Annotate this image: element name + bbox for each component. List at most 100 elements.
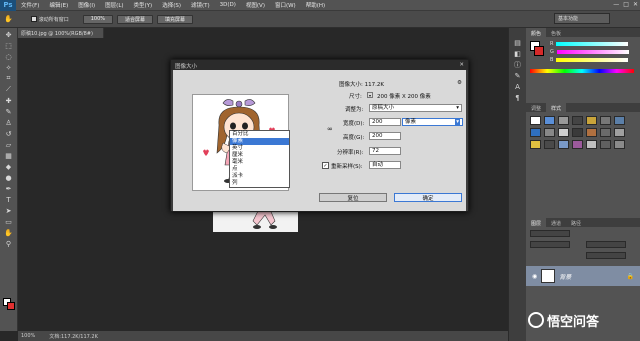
menu-type[interactable]: 类型(Y) (129, 1, 158, 9)
type-tool-icon[interactable]: T (3, 195, 15, 204)
tab-layers[interactable]: 图层 (526, 218, 547, 227)
style-swatch[interactable] (572, 116, 583, 125)
shape-tool-icon[interactable]: ▭ (3, 217, 15, 226)
menu-edit[interactable]: 编辑(E) (44, 1, 73, 9)
fit-to-select[interactable]: 原稿大小 ▾ (369, 104, 462, 112)
style-swatch[interactable] (572, 140, 583, 149)
red-slider[interactable]: R (546, 40, 629, 48)
style-swatch[interactable] (530, 116, 541, 125)
ok-button[interactable]: 确定 (394, 193, 462, 202)
menu-3d[interactable]: 3D(D) (215, 2, 241, 8)
workspace-select[interactable]: 基本功能 (554, 13, 610, 24)
color-spectrum[interactable] (530, 69, 634, 73)
brush-panel-icon[interactable]: ✎ (512, 71, 524, 80)
style-swatch[interactable] (600, 140, 611, 149)
dimensions-dropdown-icon[interactable]: ▾ (367, 92, 373, 98)
height-input[interactable]: 200 (369, 132, 401, 140)
chain-link-icon[interactable]: ∞ (327, 125, 333, 133)
style-swatch[interactable] (614, 140, 625, 149)
style-swatch[interactable] (600, 128, 611, 137)
width-unit-select[interactable]: 像素 ▾ (402, 118, 463, 126)
blue-slider[interactable]: B (546, 56, 629, 64)
minimize-button[interactable]: — (613, 1, 619, 8)
info-panel-icon[interactable]: ⓘ (512, 60, 524, 69)
document-tab[interactable]: 原稿10.jpg @ 100%(RGB/8#) (18, 28, 104, 38)
blur-tool-icon[interactable]: ◆ (3, 162, 15, 171)
character-panel-icon[interactable]: A (512, 82, 524, 91)
style-swatch[interactable] (530, 128, 541, 137)
close-button[interactable]: ✕ (633, 1, 638, 8)
menu-image[interactable]: 图像(I) (73, 1, 100, 9)
tab-paths[interactable]: 路径 (566, 218, 586, 227)
hand-tool-icon[interactable]: ✋ (3, 228, 15, 237)
reset-button[interactable]: 复位 (319, 193, 387, 202)
unit-option-picas[interactable]: 派卡 (230, 173, 289, 180)
path-select-icon[interactable]: ➤ (3, 206, 15, 215)
fill-field[interactable] (586, 252, 626, 259)
unit-option-pixels[interactable]: 像素 (230, 138, 289, 145)
style-swatch[interactable] (614, 128, 625, 137)
history-panel-icon[interactable]: ▤ (512, 38, 524, 47)
gradient-tool-icon[interactable]: ▦ (3, 151, 15, 160)
width-input[interactable]: 200 (369, 118, 401, 126)
menu-file[interactable]: 文件(F) (16, 1, 44, 9)
eyedropper-icon[interactable]: ⟋ (3, 85, 15, 94)
fill-screen-button[interactable]: 填充屏幕 (157, 14, 194, 24)
unit-option-points[interactable]: 点 (230, 166, 289, 173)
paragraph-panel-icon[interactable]: ¶ (512, 93, 524, 102)
lasso-tool-icon[interactable]: ◌ (3, 52, 15, 61)
dodge-tool-icon[interactable]: ● (3, 173, 15, 182)
magic-wand-icon[interactable]: ✧ (3, 63, 15, 72)
dialog-close-button[interactable]: ✕ (459, 62, 464, 68)
layer-kind-filter[interactable] (530, 230, 570, 237)
style-swatch[interactable] (600, 116, 611, 125)
scroll-all-checkbox[interactable]: 滚动所有窗口 (30, 16, 69, 23)
style-swatch[interactable] (558, 140, 569, 149)
fit-screen-button[interactable]: 适合屏幕 (117, 14, 154, 24)
menu-view[interactable]: 视图(V) (241, 1, 270, 9)
properties-panel-icon[interactable]: ◧ (512, 49, 524, 58)
style-swatch[interactable] (544, 116, 555, 125)
tab-swatches[interactable]: 色板 (546, 28, 566, 37)
menu-select[interactable]: 选择(S) (157, 1, 186, 9)
zoom-level[interactable]: 100% (21, 333, 35, 339)
move-tool-icon[interactable]: ✥ (3, 30, 15, 39)
tab-styles[interactable]: 样式 (546, 103, 567, 112)
marquee-tool-icon[interactable]: ⬚ (3, 41, 15, 50)
style-swatch[interactable] (586, 140, 597, 149)
eraser-tool-icon[interactable]: ▱ (3, 140, 15, 149)
unit-option-mm[interactable]: 毫米 (230, 159, 289, 166)
stamp-tool-icon[interactable]: ♙ (3, 118, 15, 127)
style-swatch[interactable] (614, 116, 625, 125)
history-brush-icon[interactable]: ↺ (3, 129, 15, 138)
background-color-swatch[interactable] (7, 302, 15, 310)
unit-option-columns[interactable]: 列 (230, 180, 289, 187)
style-swatch[interactable] (586, 128, 597, 137)
zoom-tool-icon[interactable]: ⚲ (3, 239, 15, 248)
style-swatch[interactable] (586, 116, 597, 125)
menu-filter[interactable]: 滤镜(T) (186, 1, 215, 9)
layer-row-background[interactable]: ◉ 背景 🔒 (526, 266, 640, 286)
crop-tool-icon[interactable]: ⌗ (3, 74, 15, 83)
zoom-100-button[interactable]: 100% (82, 14, 114, 24)
menu-help[interactable]: 帮助(H) (301, 1, 330, 9)
resolution-input[interactable]: 72 (369, 147, 401, 155)
bg-color-preview[interactable] (534, 46, 544, 56)
unit-option-cm[interactable]: 厘米 (230, 152, 289, 159)
tab-adjustments[interactable]: 调整 (526, 103, 546, 112)
style-swatch[interactable] (544, 140, 555, 149)
style-swatch[interactable] (558, 116, 569, 125)
style-swatch[interactable] (558, 128, 569, 137)
settings-gear-icon[interactable]: ⚙ (457, 80, 462, 86)
menu-layer[interactable]: 图层(L) (100, 1, 128, 9)
maximize-button[interactable]: □ (623, 1, 629, 8)
unit-option-inches[interactable]: 英寸 (230, 145, 289, 152)
unit-option-percent[interactable]: 百分比 (230, 131, 289, 138)
blend-mode-select[interactable] (530, 241, 570, 248)
style-swatch[interactable] (544, 128, 555, 137)
green-slider[interactable]: G (546, 48, 629, 56)
style-swatch[interactable] (530, 140, 541, 149)
brush-tool-icon[interactable]: ✎ (3, 107, 15, 116)
healing-brush-icon[interactable]: ✚ (3, 96, 15, 105)
resample-checkbox[interactable]: ✓ (322, 162, 329, 169)
